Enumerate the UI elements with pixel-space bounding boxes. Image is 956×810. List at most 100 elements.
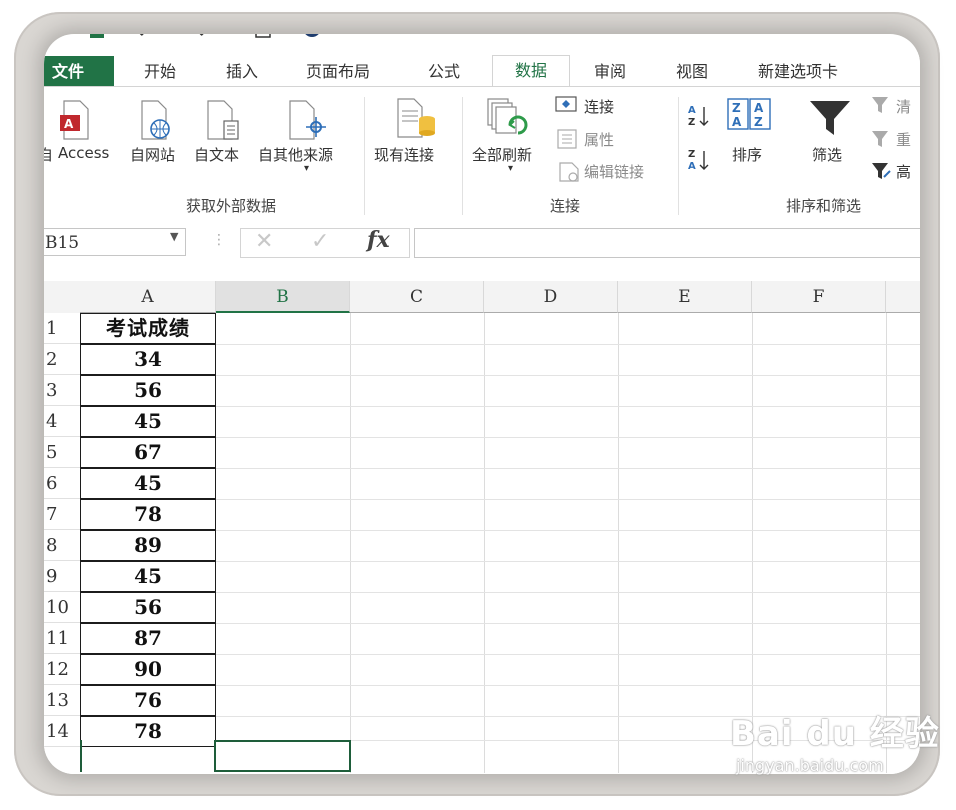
table-cell[interactable]: 67 [80,437,216,468]
table-cell[interactable]: 56 [80,375,216,406]
column-header-d[interactable]: D [484,281,618,313]
sort-button[interactable]: 排序 [732,144,762,165]
save-icon[interactable] [254,34,274,42]
column-header-e[interactable]: E [618,281,752,313]
name-box[interactable]: B15 [44,228,186,256]
table-cell[interactable]: 90 [80,654,216,685]
edit-links-button[interactable]: 编辑链接 [584,161,644,182]
insert-function-icon[interactable]: fx [367,227,390,253]
advanced-filter-icon[interactable] [870,161,892,185]
row-header[interactable]: 8 [44,530,80,561]
column-header-f[interactable]: F [752,281,886,313]
table-cell[interactable]: 87 [80,623,216,654]
clear-filter-icon[interactable] [870,95,892,119]
print-preview-icon[interactable] [344,34,364,42]
from-other-sources-button[interactable]: 自其他来源 [258,144,333,165]
worksheet-grid: A B C D E F 1 2 3 4 5 6 7 8 9 10 11 12 1… [44,266,920,774]
reapply-button[interactable]: 重 [896,129,911,150]
row-header[interactable]: 5 [44,437,80,468]
edit-links-icon[interactable] [558,161,582,187]
select-all-corner[interactable] [44,281,80,314]
formula-input[interactable] [414,228,920,258]
group-label-connections: 连接 [550,197,581,215]
row-header[interactable]: 1 [44,313,80,344]
row-header[interactable]: 9 [44,561,80,592]
sort-dialog-icon[interactable]: Z A A Z [726,97,776,141]
row-header[interactable]: 12 [44,654,80,685]
properties-button[interactable]: 属性 [584,129,614,150]
advanced-button[interactable]: 高 [896,161,911,182]
tab-home[interactable]: 开始 [144,58,176,86]
other-sources-icon[interactable] [286,99,328,145]
refresh-all-button[interactable]: 全部刷新 [472,144,532,165]
column-header-c[interactable]: C [350,281,484,313]
redo-icon[interactable]: ↷ [192,34,212,43]
table-cell[interactable]: 56 [80,592,216,623]
row-header[interactable]: 3 [44,375,80,406]
column-header-b[interactable]: B [216,281,350,313]
text-file-icon[interactable] [204,99,244,145]
enter-icon[interactable]: ✓ [311,229,329,254]
gridline [216,654,920,655]
sort-ascending-icon[interactable]: AZ [688,103,714,133]
reapply-filter-icon[interactable] [870,129,892,153]
row-header[interactable]: 6 [44,468,80,499]
gridline [216,530,920,531]
table-cell[interactable]: 76 [80,685,216,716]
chevron-down-icon[interactable]: ▾ [304,163,309,174]
table-cell[interactable]: 78 [80,499,216,530]
tab-page-layout[interactable]: 页面布局 [306,58,370,86]
undo-icon[interactable]: ↶ [138,34,158,43]
connections-icon[interactable] [554,95,578,119]
table-cell[interactable]: 45 [80,561,216,592]
from-web-button[interactable]: 自网站 [130,144,175,165]
table-cell[interactable]: 34 [80,344,216,375]
tab-review[interactable]: 审阅 [594,58,626,86]
row-header[interactable]: 2 [44,344,80,375]
sort-descending-icon[interactable]: ZA [688,147,714,177]
tab-new[interactable]: 新建选项卡 [758,58,838,86]
row-header[interactable]: 13 [44,685,80,716]
tab-formulas[interactable]: 公式 [428,58,460,86]
column-header-g[interactable] [886,281,920,313]
tab-view[interactable]: 视图 [676,58,708,86]
ribbon-separator [462,97,463,215]
table-cell[interactable]: 45 [80,468,216,499]
table-cell[interactable]: 89 [80,530,216,561]
table-cell[interactable]: 45 [80,406,216,437]
tab-file[interactable]: 文件 [44,56,114,88]
svg-text:A: A [754,101,764,115]
cell-a1[interactable]: 考试成绩 [80,313,216,344]
chevron-down-icon[interactable]: ▼ [170,230,178,243]
watermark-url: jingyan.baidu.com [736,756,884,775]
tab-data[interactable]: 数据 [492,55,570,88]
row-header[interactable]: 14 [44,716,80,747]
from-access-button[interactable]: Access [58,144,109,162]
filter-button[interactable]: 筛选 [812,144,842,165]
group-label-get-external: 获取外部数据 [186,197,277,215]
existing-connections-button[interactable]: 现有连接 [374,144,434,165]
row-header[interactable]: 7 [44,499,80,530]
ribbon-data: 自 A Access 自网站 自文本 自其他来源 ▾ 现有连接 获取外部数据 全… [44,86,920,222]
column-header-a[interactable]: A [80,281,216,313]
from-text-button[interactable]: 自文本 [194,144,239,165]
help-icon[interactable] [302,34,322,42]
row-header[interactable]: 10 [44,592,80,623]
active-cell-b15[interactable] [214,740,351,772]
cancel-icon[interactable]: ✕ [255,229,273,254]
connections-button[interactable]: 连接 [584,96,614,117]
watermark-logo-text: Bai du 经验 [730,714,940,754]
access-icon[interactable]: A [58,99,92,145]
chevron-down-icon[interactable]: ▾ [508,163,513,174]
gridline [216,406,920,407]
cell-a15[interactable] [80,740,216,772]
web-icon[interactable] [138,99,172,145]
row-header[interactable]: 4 [44,406,80,437]
existing-connections-icon[interactable] [394,97,438,145]
tab-insert[interactable]: 插入 [226,58,258,86]
refresh-all-icon[interactable] [484,95,530,145]
clear-button[interactable]: 清 [896,96,911,117]
properties-icon[interactable] [556,129,580,153]
row-header[interactable]: 11 [44,623,80,654]
filter-icon[interactable] [808,97,854,143]
